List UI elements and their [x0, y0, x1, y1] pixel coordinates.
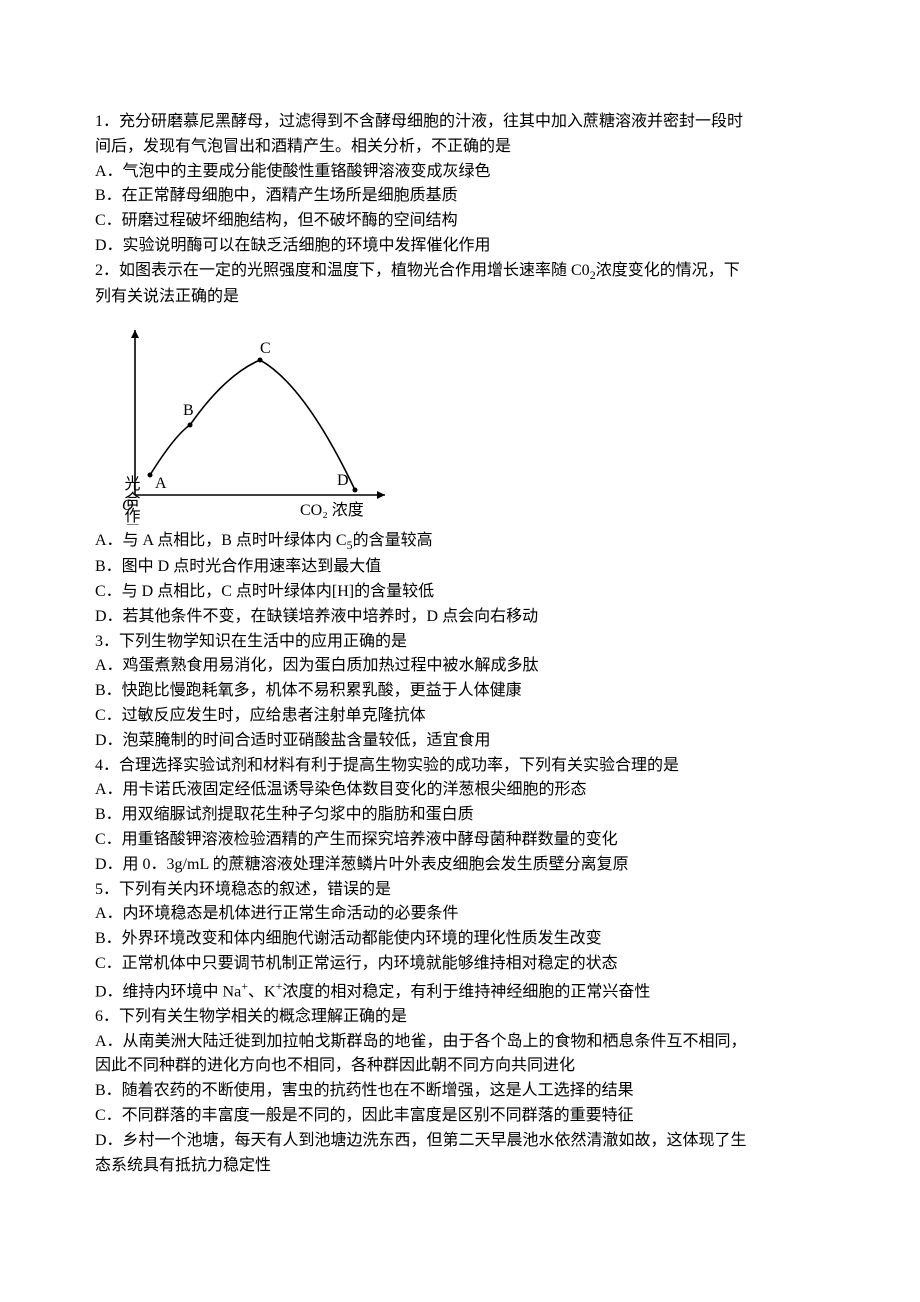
- q4-option-c: C．用重铬酸钾溶液检验酒精的产生而探究培养液中酵母菌种群数量的变化: [95, 828, 825, 853]
- q5-d-pre: D．维持内环境中 Na: [95, 983, 241, 1000]
- chart-ylabel: 光合作用增长速率: [122, 475, 141, 525]
- q2-stem-line1-pre: 2．如图表示在一定的光照强度和温度下，植物光合作用增长速率随 C0: [95, 262, 590, 279]
- chart-point-b: B: [183, 402, 194, 419]
- q3-option-b: B．快跑比慢跑耗氧多，机体不易积累乳酸，更益于人体健康: [95, 679, 825, 704]
- q5-stem: 5．下列有关内环境稳态的叙述，错误的是: [95, 878, 825, 903]
- q5-d-sup1: +: [241, 979, 248, 993]
- chart-xlabel: CO₂ 浓度: [300, 501, 364, 519]
- q3-option-c: C．过敏反应发生时，应给患者注射单克隆抗体: [95, 704, 825, 729]
- q3-option-d: D．泡菜腌制的时间合适时亚硝酸盐含量较低，适宜食用: [95, 729, 825, 754]
- q2-a-post: 的含量较高: [353, 532, 433, 549]
- q2-option-c: C．与 D 点相比，C 点时叶绿体内[H]的含量较低: [95, 580, 825, 605]
- chart-point-a: A: [155, 475, 167, 492]
- q1-stem-line1: 1．充分研磨慕尼黑酵母，过滤得到不含酵母细胞的汁液，往其中加入蔗糖溶液并密封一段…: [95, 110, 825, 135]
- q1-stem-line2: 间后，发现有气泡冒出和酒精产生。相关分析，不正确的是: [95, 135, 825, 160]
- q4-option-b: B．用双缩脲试剂提取花生种子匀浆中的脂肪和蛋白质: [95, 803, 825, 828]
- q6-option-b: B．随着农药的不断使用，害虫的抗药性也在不断增强，这是人工选择的结果: [95, 1079, 825, 1104]
- q2-option-d: D．若其他条件不变，在缺镁培养液中培养时，D 点会向右移动: [95, 605, 825, 630]
- q5-d-post: 浓度的相对稳定，有利于维持神经细胞的正常兴奋性: [282, 983, 650, 1000]
- q4-stem: 4．合理选择实验试剂和材料有利于提高生物实验的成功率，下列有关实验合理的是: [95, 754, 825, 779]
- q6-stem: 6．下列有关生物学相关的概念理解正确的是: [95, 1005, 825, 1030]
- q1-option-b: B．在正常酵母细胞中，酒精产生场所是细胞质基质: [95, 184, 825, 209]
- q3-stem: 3．下列生物学知识在生活中的应用正确的是: [95, 630, 825, 655]
- q5-option-a: A．内环境稳态是机体进行正常生命活动的必要条件: [95, 902, 825, 927]
- q3-option-a: A．鸡蛋煮熟食用易消化，因为蛋白质加热过程中被水解成多肽: [95, 654, 825, 679]
- q2-chart-svg: A B C D O CO₂ 浓度 光合作用增长速率: [95, 315, 395, 525]
- q5-d-mid: 、K: [248, 983, 276, 1000]
- q6-option-a-line1: A．从南美洲大陆迁徙到加拉帕戈斯群岛的地雀，由于各个岛上的食物和栖息条件互不相同…: [95, 1030, 825, 1055]
- q2-stem-line1: 2．如图表示在一定的光照强度和温度下，植物光合作用增长速率随 C02浓度变化的情…: [95, 259, 825, 285]
- chart-point-c: C: [260, 340, 271, 357]
- q2-a-pre: A．与 A 点相比，B 点时叶绿体内 C: [95, 532, 347, 549]
- q1-option-d: D．实验说明酶可以在缺乏活细胞的环境中发挥催化作用: [95, 234, 825, 259]
- q2-stem-line2: 列有关说法正确的是: [95, 285, 825, 310]
- q4-option-a: A．用卡诺氏液固定经低温诱导染色体数目变化的洋葱根尖细胞的形态: [95, 778, 825, 803]
- q2-figure: A B C D O CO₂ 浓度 光合作用增长速率: [95, 315, 825, 525]
- chart-point-d: D: [337, 472, 349, 489]
- q1-option-a: A．气泡中的主要成分能使酸性重铬酸钾溶液变成灰绿色: [95, 160, 825, 185]
- q4-option-d: D．用 0．3g/mL 的蔗糖溶液处理洋葱鳞片叶外表皮细胞会发生质壁分离复原: [95, 853, 825, 878]
- q5-option-b: B．外界环境改变和体内细胞代谢活动都能使内环境的理化性质发生改变: [95, 927, 825, 952]
- q5-option-c: C．正常机体中只要调节机制正常运行，内环境就能够维持相对稳定的状态: [95, 952, 825, 977]
- q1-option-c: C．研磨过程破坏细胞结构，但不破坏酶的空间结构: [95, 209, 825, 234]
- q6-option-a-line2: 因此不同种群的进化方向也不相同，各种群因此朝不同方向共同进化: [95, 1054, 825, 1079]
- q5-option-d: D．维持内环境中 Na+、K+浓度的相对稳定，有利于维持神经细胞的正常兴奋性: [95, 977, 825, 1005]
- q6-option-d-line1: D．乡村一个池塘，每天有人到池塘边洗东西，但第二天早晨池水依然清澈如故，这体现了…: [95, 1129, 825, 1154]
- q6-option-d-line2: 态系统具有抵抗力稳定性: [95, 1154, 825, 1179]
- q2-stem-line1-post: 浓度变化的情况，下: [596, 262, 740, 279]
- q2-option-b: B．图中 D 点时光合作用速率达到最大值: [95, 555, 825, 580]
- q6-option-c: C．不同群落的丰富度一般是不同的，因此丰富度是区别不同群落的重要特征: [95, 1104, 825, 1129]
- q2-option-a: A．与 A 点相比，B 点时叶绿体内 C5的含量较高: [95, 529, 825, 555]
